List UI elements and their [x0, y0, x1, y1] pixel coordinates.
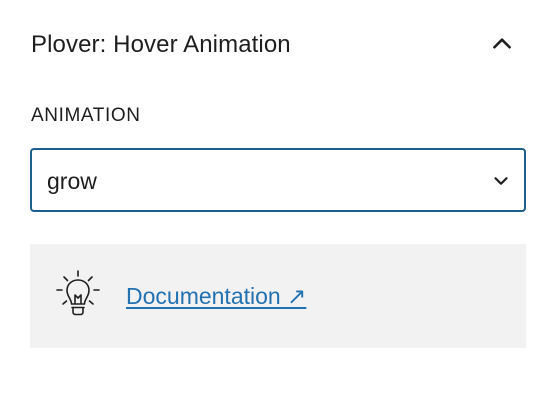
panel-header[interactable]: Plover: Hover Animation: [0, 0, 558, 90]
animation-label: ANIMATION: [31, 105, 141, 126]
panel-title: Plover: Hover Animation: [31, 31, 291, 58]
collapse-toggle-button[interactable]: [484, 26, 520, 62]
chevron-up-icon: [493, 38, 511, 49]
animation-select[interactable]: grow: [30, 148, 526, 212]
chevron-down-icon: [494, 177, 508, 185]
animation-select-value: grow: [47, 168, 97, 194]
documentation-link[interactable]: Documentation ↗: [126, 282, 306, 310]
lightbulb-icon: [56, 270, 100, 316]
documentation-notice: Documentation ↗: [30, 244, 526, 348]
